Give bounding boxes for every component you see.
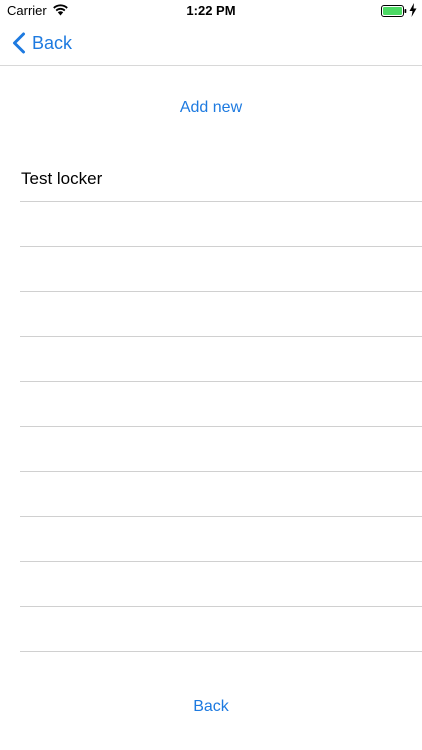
status-bar: Carrier 1:22 PM [0, 0, 422, 22]
nav-back-button[interactable]: Back [12, 31, 72, 55]
nav-back-label: Back [32, 32, 73, 53]
list-item[interactable] [20, 427, 422, 472]
charging-bolt-icon [409, 3, 417, 17]
status-time: 1:22 PM [186, 3, 236, 18]
list-item[interactable] [20, 202, 422, 247]
list-item[interactable] [20, 292, 422, 337]
list-item[interactable] [20, 517, 422, 562]
chevron-left-icon [13, 32, 25, 54]
list-item[interactable] [20, 337, 422, 382]
list-item-label: Test locker [21, 169, 103, 188]
add-new-button[interactable]: Add new [0, 99, 422, 117]
battery-icon [381, 5, 407, 17]
list-item[interactable] [20, 247, 422, 292]
list-item[interactable] [20, 472, 422, 517]
list-item[interactable] [20, 382, 422, 427]
list-item[interactable] [20, 562, 422, 607]
navigation-bar: Back [0, 22, 422, 66]
back-button[interactable]: Back [0, 698, 422, 716]
list-item[interactable]: Test locker [20, 157, 422, 202]
locker-list: Test locker [20, 157, 422, 652]
list-item[interactable] [20, 607, 422, 652]
